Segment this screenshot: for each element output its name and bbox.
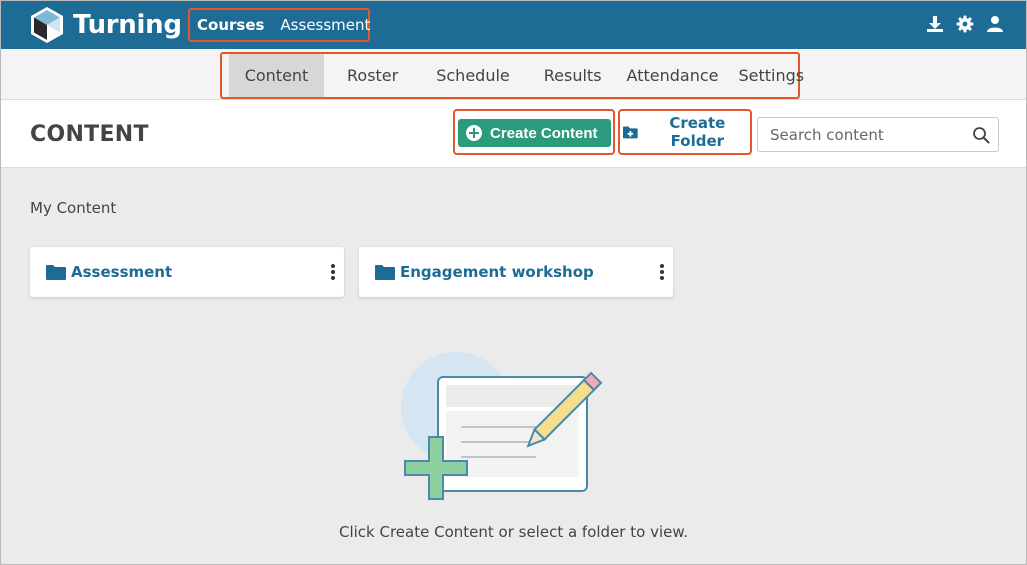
content-header: CONTENT Create Content Create Folder xyxy=(1,100,1026,168)
gear-icon[interactable] xyxy=(956,15,974,33)
tab-bar: Content Roster Schedule Results Attendan… xyxy=(1,49,1026,100)
vertical-dots-icon[interactable] xyxy=(659,263,665,281)
tab-roster[interactable]: Roster xyxy=(324,54,421,97)
breadcrumb-current: Assessment xyxy=(280,16,371,34)
create-folder-label: Create Folder xyxy=(669,114,726,150)
tab-list: Content Roster Schedule Results Attendan… xyxy=(220,52,804,99)
create-content-button[interactable]: Create Content xyxy=(458,119,611,147)
folder-card-assessment[interactable]: Assessment xyxy=(30,247,344,297)
create-content-label: Create Content xyxy=(490,124,598,142)
create-content-highlight: Create Content xyxy=(453,109,615,155)
plus-circle-icon xyxy=(466,125,482,141)
breadcrumb: Courses Assessment xyxy=(188,8,370,42)
breadcrumb-courses[interactable]: Courses xyxy=(197,16,264,34)
empty-state-message: Click Create Content or select a folder … xyxy=(338,523,689,541)
search-icon[interactable] xyxy=(972,126,990,144)
folder-icon xyxy=(375,265,395,280)
turning-cube-logo-icon xyxy=(31,7,63,43)
create-folder-button[interactable]: Create Folder xyxy=(623,114,750,150)
folder-icon xyxy=(46,265,66,280)
user-icon[interactable] xyxy=(986,15,1004,33)
search-box xyxy=(757,117,999,152)
folder-name: Engagement workshop xyxy=(400,263,594,281)
page-title: CONTENT xyxy=(30,122,149,147)
vertical-dots-icon[interactable] xyxy=(330,263,336,281)
tab-schedule[interactable]: Schedule xyxy=(421,54,525,97)
download-icon[interactable] xyxy=(926,15,944,33)
tab-settings[interactable]: Settings xyxy=(730,54,812,97)
folder-name: Assessment xyxy=(71,263,173,281)
search-input[interactable] xyxy=(770,125,960,144)
tab-content[interactable]: Content xyxy=(229,54,324,97)
empty-state-illustration xyxy=(401,352,603,500)
create-folder-highlight: Create Folder xyxy=(618,109,752,155)
folder-plus-icon xyxy=(623,126,638,139)
app-name: Turning xyxy=(73,10,182,40)
top-bar: Turning Courses Assessment xyxy=(1,1,1026,49)
tab-attendance[interactable]: Attendance xyxy=(615,54,731,97)
tab-results[interactable]: Results xyxy=(525,54,615,97)
folder-card-engagement-workshop[interactable]: Engagement workshop xyxy=(359,247,673,297)
section-label: My Content xyxy=(30,199,117,217)
logo[interactable]: Turning xyxy=(29,6,182,44)
top-icons xyxy=(926,15,1004,33)
